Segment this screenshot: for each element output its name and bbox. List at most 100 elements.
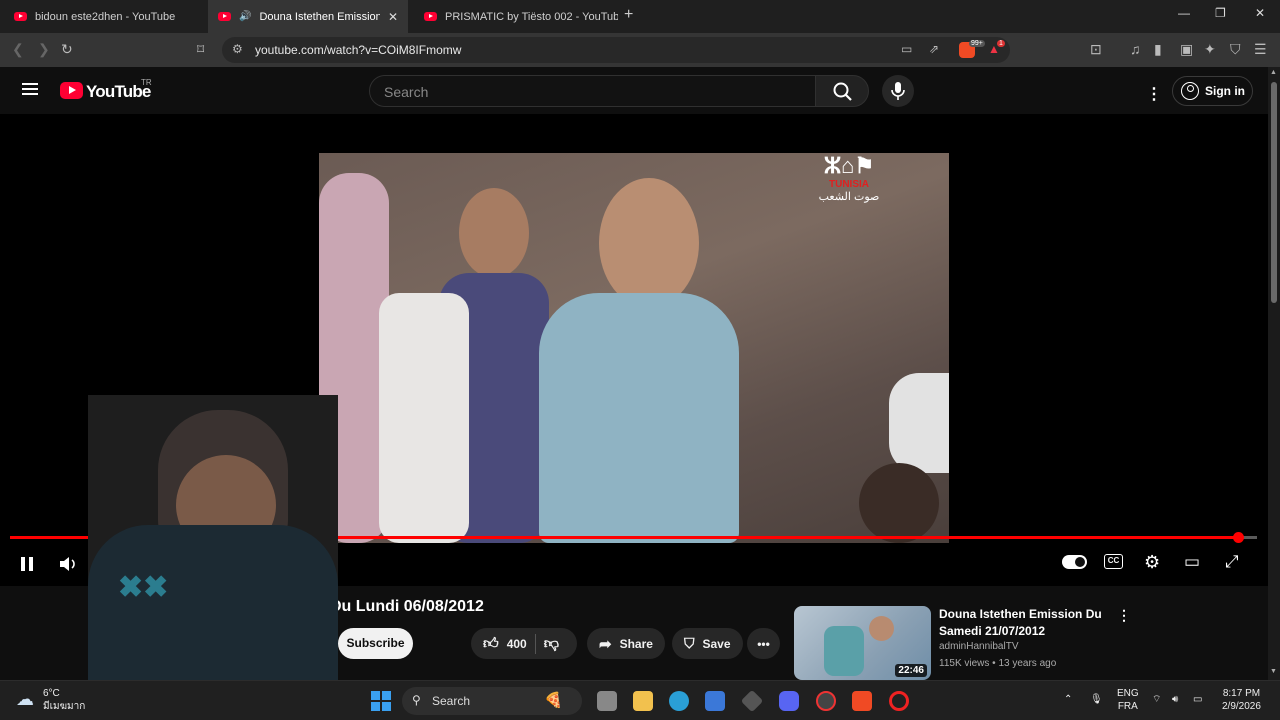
discord-icon[interactable]: [779, 691, 799, 711]
subscribe-button[interactable]: Subscribe: [338, 628, 413, 659]
more-dots-icon: •••: [757, 636, 770, 651]
lang-secondary: FRA: [1117, 701, 1138, 712]
browser-tab-strip: bidoun este2dhen - YouTube 🔊 Douna Istet…: [0, 0, 1280, 33]
subtitles-cc-icon[interactable]: CC: [1104, 554, 1123, 569]
opera-icon[interactable]: [889, 691, 909, 711]
like-count[interactable]: 400: [507, 637, 527, 651]
autoplay-toggle[interactable]: [1062, 555, 1087, 569]
tray-overflow-icon[interactable]: ⌃: [1064, 693, 1072, 706]
settings-kebab-icon[interactable]: ⋮: [1146, 84, 1162, 104]
share-page-icon[interactable]: ⇗: [929, 42, 939, 56]
edge-browser-icon[interactable]: [669, 691, 689, 711]
weather-widget[interactable]: 6°C มีเมฆมาก: [43, 687, 85, 713]
tab-title: Douna Istethen Emission Du Lundi: [259, 10, 380, 23]
webcam-overlay: ✖✖: [88, 395, 338, 680]
speaker-tray-icon[interactable]: 🔊︎: [1172, 693, 1178, 706]
app-cube-icon[interactable]: [740, 689, 764, 713]
mic-tray-icon[interactable]: 🎙︎: [1090, 693, 1103, 706]
search-icon: ⚲: [412, 693, 421, 707]
clock[interactable]: 8:17 PM 2/9/2026: [1222, 687, 1261, 713]
video-frame[interactable]: ⵣ⌂⚑ TUNISIA صوت الشعب: [319, 153, 949, 543]
screenshot-icon[interactable]: ⊡: [1090, 41, 1102, 58]
theater-mode-icon[interactable]: ▭: [1184, 552, 1200, 572]
save-label: Save: [702, 636, 731, 651]
like-icon[interactable]: 👍︎: [483, 635, 499, 653]
language-indicator[interactable]: ENG FRA: [1117, 687, 1139, 713]
pause-icon[interactable]: [18, 555, 36, 573]
bookmark-icon[interactable]: ⌑: [197, 41, 204, 58]
battery-icon[interactable]: ▭: [1193, 693, 1202, 706]
save-button[interactable]: ⛉ Save: [672, 628, 743, 659]
close-tab-icon[interactable]: ✕: [388, 10, 398, 24]
windows-taskbar: ☁ 6°C มีเมฆมาก ⚲ Search 🍕 ⌃ 🎙︎ ENG FRA ⌔…: [0, 680, 1280, 720]
cast-icon[interactable]: ▭: [901, 42, 912, 56]
close-window-icon[interactable]: ✕: [1255, 6, 1265, 20]
related-meta: 115K views • 13 years ago: [939, 658, 1057, 669]
related-thumbnail[interactable]: 22:46: [794, 606, 931, 680]
video-duration: 22:46: [895, 664, 927, 677]
settings-gear-icon[interactable]: ⚙: [1144, 552, 1160, 573]
related-channel[interactable]: adminHannibalTV: [939, 641, 1019, 652]
share-icon: ➦: [599, 635, 612, 653]
taskbar-search-label: Search: [432, 694, 471, 708]
task-view-icon[interactable]: [597, 691, 617, 711]
sign-in-button[interactable]: Sign in: [1172, 76, 1253, 106]
store-icon[interactable]: [705, 691, 725, 711]
thumb-figure: [869, 616, 894, 641]
thumb-figure: [824, 626, 864, 676]
related-title[interactable]: Douna Istethen Emission Du Samedi 21/07/…: [939, 606, 1109, 640]
file-explorer-icon[interactable]: [633, 691, 653, 711]
scrubber-handle[interactable]: [1233, 532, 1245, 543]
volume-icon[interactable]: [58, 555, 80, 573]
country-code: TR: [141, 78, 152, 87]
forward-icon[interactable]: ❯: [38, 41, 50, 58]
site-info-icon[interactable]: ⚙: [232, 42, 243, 56]
watermark-brand: TUNISIA: [829, 179, 869, 190]
sidebar-icon[interactable]: ▮: [1154, 41, 1162, 58]
menu-icon[interactable]: ☰: [1254, 41, 1267, 58]
more-actions-button[interactable]: •••: [747, 628, 780, 659]
scrollbar-thumb[interactable]: [1271, 82, 1277, 303]
browser-toolbar: ❮ ❯ ↻ ⌑ ⚙ youtube.com/watch?v=COiM8IFmom…: [0, 33, 1280, 67]
video-title: Du Lundi 06/08/2012: [330, 598, 484, 615]
search-highlight-icon: 🍕: [544, 692, 563, 709]
taskbar-search[interactable]: ⚲ Search 🍕: [402, 687, 582, 715]
guide-menu-icon[interactable]: [22, 83, 38, 95]
weather-cloud-icon[interactable]: ☁: [16, 689, 34, 710]
fullscreen-icon[interactable]: ⤢: [1225, 552, 1239, 572]
voice-search-button[interactable]: [882, 75, 914, 107]
search-icon: [833, 82, 852, 101]
woman-shirt-figure: [539, 293, 739, 543]
windows-start-icon[interactable]: [371, 691, 391, 711]
tab-douna-active[interactable]: 🔊 Douna Istethen Emission Du Lundi ✕: [208, 0, 408, 33]
media-icon[interactable]: ♫: [1130, 41, 1141, 57]
search-button[interactable]: [815, 75, 869, 107]
microphone-icon: [891, 82, 905, 100]
search-input[interactable]: Search: [369, 75, 816, 107]
restore-icon[interactable]: ❐: [1215, 6, 1226, 20]
related-menu-icon[interactable]: ⋮: [1117, 607, 1131, 624]
scroll-down-icon[interactable]: ▼: [1270, 668, 1277, 675]
brave-taskbar-icon[interactable]: [852, 691, 872, 711]
address-bar[interactable]: ⚙ youtube.com/watch?v=COiM8IFmomw ▭ ⇗ 99…: [222, 37, 1010, 63]
new-tab-icon[interactable]: +: [624, 6, 633, 24]
scroll-up-icon[interactable]: ▲: [1270, 69, 1277, 76]
back-icon[interactable]: ❮: [12, 41, 24, 58]
wifi-icon[interactable]: ⌔: [1152, 693, 1161, 706]
weather-desc: มีเมฆมาก: [43, 701, 86, 712]
vpn-icon[interactable]: ⛉: [1230, 41, 1241, 58]
reload-icon[interactable]: ↻: [61, 41, 73, 58]
page-scrollbar[interactable]: ▲ ▼: [1268, 67, 1280, 680]
youtube-logo-icon[interactable]: [60, 82, 83, 99]
leo-ai-icon[interactable]: ✦: [1204, 41, 1216, 58]
tab-prismatic[interactable]: PRISMATIC by Tiësto 002 - YouTube: [414, 0, 618, 33]
speaker-audio-icon[interactable]: 🔊: [239, 11, 251, 22]
wallet-icon[interactable]: ▣: [1180, 41, 1193, 58]
youtube-favicon-icon: [218, 12, 231, 21]
share-button[interactable]: ➦ Share: [587, 628, 665, 659]
tab-title: bidoun este2dhen - YouTube: [35, 10, 176, 23]
minimize-icon[interactable]: —: [1178, 6, 1190, 20]
tab-bidoun[interactable]: bidoun este2dhen - YouTube: [4, 0, 208, 33]
dislike-icon[interactable]: 👎︎: [544, 635, 559, 653]
app-circle-icon[interactable]: [816, 691, 836, 711]
